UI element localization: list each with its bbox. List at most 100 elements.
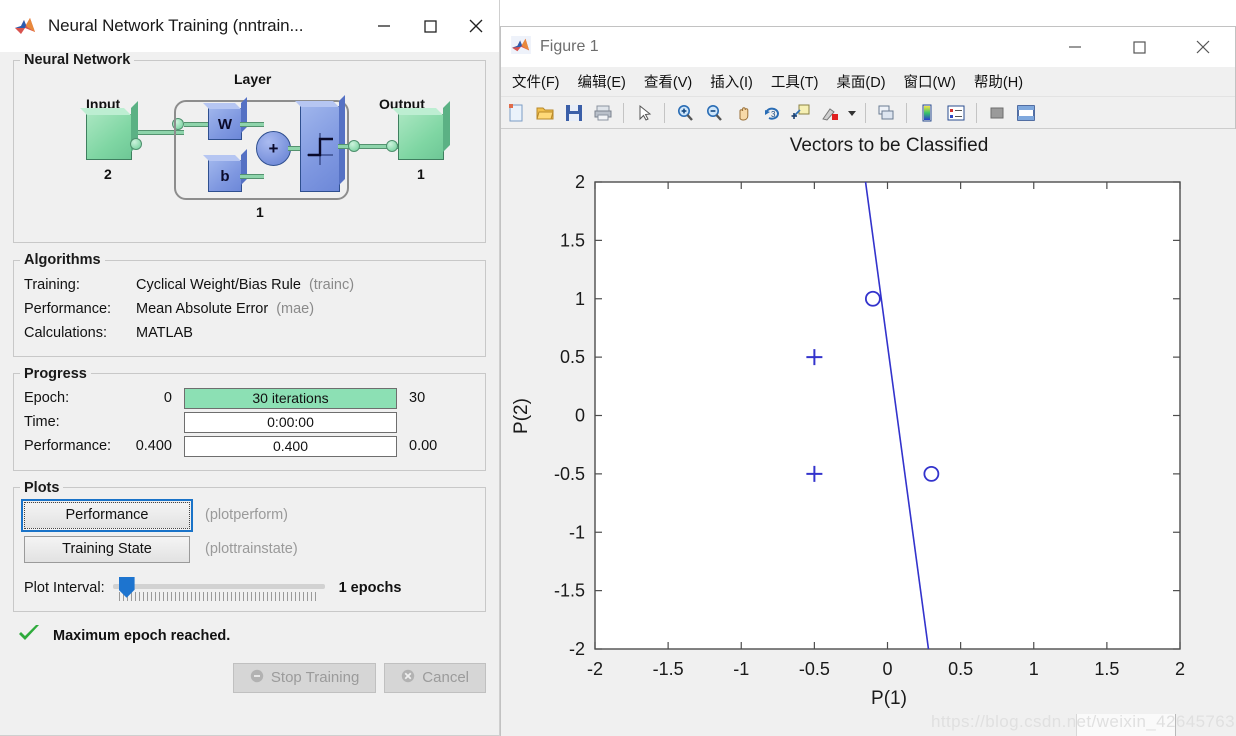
algorithm-function: (trainc) xyxy=(308,277,355,293)
maximize-icon[interactable] xyxy=(1107,27,1171,67)
colorbar-icon[interactable] xyxy=(914,100,940,126)
algorithm-value: MATLAB xyxy=(136,324,193,341)
figure-window-title: Figure 1 xyxy=(540,38,599,55)
stop-icon xyxy=(250,669,264,687)
close-icon[interactable] xyxy=(1171,27,1235,67)
cancel-label: Cancel xyxy=(422,669,469,687)
progress-row-epoch: Epoch: 0 30 iterations 30 xyxy=(24,387,475,409)
toolbar-separator xyxy=(664,102,665,123)
svg-text:-1.5: -1.5 xyxy=(554,581,585,601)
algorithm-value: Cyclical Weight/Bias Rule xyxy=(136,277,301,293)
link-plot-icon[interactable] xyxy=(873,100,899,126)
print-icon[interactable] xyxy=(590,100,616,126)
bias-to-sum-wire xyxy=(240,174,264,179)
menu-desktop[interactable]: 桌面(D) xyxy=(827,71,894,92)
figure-window: Figure 1 文件(F) 编辑(E) 查看(V) 插入(I) 工具(T) 桌… xyxy=(500,26,1236,736)
progress-start-value: 0 xyxy=(163,390,172,407)
sum-node: + xyxy=(256,131,291,166)
algorithm-row: Calculations: MATLAB xyxy=(24,322,475,346)
toolbar-separator xyxy=(623,102,624,123)
progress-start-value: 0.400 xyxy=(135,438,172,455)
nn-titlebar[interactable]: Neural Network Training (nntrain... xyxy=(0,0,499,52)
rotate-3d-icon[interactable]: 3 xyxy=(759,100,785,126)
cancel-icon xyxy=(401,669,415,687)
zoom-out-icon[interactable] xyxy=(701,100,727,126)
hide-plot-tools-icon[interactable] xyxy=(984,100,1010,126)
svg-text:1: 1 xyxy=(575,289,585,309)
show-plot-tools-icon[interactable] xyxy=(1013,100,1039,126)
nn-training-window: Neural Network Training (nntrain... Neur… xyxy=(0,0,500,736)
legend-icon[interactable] xyxy=(943,100,969,126)
figure-titlebar[interactable]: Figure 1 xyxy=(501,27,1235,67)
menu-window[interactable]: 窗口(W) xyxy=(895,71,965,92)
layer-label: Layer xyxy=(234,71,272,87)
algorithms-group: Algorithms Training: Cyclical Weight/Bia… xyxy=(13,252,486,357)
stop-training-label: Stop Training xyxy=(270,669,360,687)
menu-insert[interactable]: 插入(I) xyxy=(701,71,762,92)
new-figure-icon[interactable] xyxy=(503,100,529,126)
plots-legend: Plots xyxy=(24,479,60,496)
pointer-icon[interactable] xyxy=(631,100,657,126)
progress-row-time: Time: 0:00:00 xyxy=(24,411,475,433)
menu-file[interactable]: 文件(F) xyxy=(503,71,569,92)
maximize-icon[interactable] xyxy=(407,0,453,52)
open-file-icon[interactable] xyxy=(532,100,558,126)
menu-tools[interactable]: 工具(T) xyxy=(762,71,828,92)
svg-text:1.5: 1.5 xyxy=(1094,659,1119,679)
algorithm-key: Training: xyxy=(24,277,80,293)
training-state-plot-function: (plottrainstate) xyxy=(205,541,298,558)
slider-track[interactable] xyxy=(112,583,325,589)
svg-text:0.5: 0.5 xyxy=(560,347,585,367)
neural-network-legend: Neural Network xyxy=(24,52,131,68)
minimize-icon[interactable] xyxy=(1043,27,1107,67)
progress-max-value: 30 xyxy=(409,390,426,407)
progress-bar-text: 0.400 xyxy=(272,438,309,455)
neural-network-group: Neural Network Input Layer Output 2 W b xyxy=(13,52,486,243)
status-message: Maximum epoch reached. xyxy=(53,628,231,645)
algorithm-key: Performance: xyxy=(24,300,112,317)
svg-text:-0.5: -0.5 xyxy=(799,659,830,679)
input-size: 2 xyxy=(104,166,112,182)
x-axis-label: P(1) xyxy=(871,688,907,709)
weight-block: W xyxy=(208,108,242,140)
input-block xyxy=(86,114,132,160)
algorithm-row: Performance: Mean Absolute Error (mae) xyxy=(24,298,475,322)
layer-size: 1 xyxy=(256,204,264,220)
cancel-button[interactable]: Cancel xyxy=(384,662,486,693)
menu-help[interactable]: 帮助(H) xyxy=(965,71,1032,92)
layer-output-node xyxy=(348,140,360,152)
bias-block: b xyxy=(208,160,242,192)
save-icon[interactable] xyxy=(561,100,587,126)
zoom-in-icon[interactable] xyxy=(672,100,698,126)
input-node xyxy=(130,138,142,150)
svg-text:2: 2 xyxy=(575,172,585,192)
performance-plot-button[interactable]: Performance xyxy=(21,498,193,532)
progress-bar-text: 0:00:00 xyxy=(267,414,314,431)
svg-text:-2: -2 xyxy=(587,659,603,679)
nn-dialog-body: Neural Network Input Layer Output 2 W b xyxy=(0,52,499,693)
plot-interval-slider[interactable] xyxy=(112,575,325,601)
toolbar-separator xyxy=(976,102,977,123)
stop-training-button[interactable]: Stop Training xyxy=(232,662,377,693)
pan-icon[interactable] xyxy=(730,100,756,126)
figure-menubar: 文件(F) 编辑(E) 查看(V) 插入(I) 工具(T) 桌面(D) 窗口(W… xyxy=(501,67,1235,97)
toolbar-separator xyxy=(906,102,907,123)
progress-key: Epoch: xyxy=(24,390,70,407)
close-icon[interactable] xyxy=(453,0,499,52)
svg-text:-0.5: -0.5 xyxy=(554,464,585,484)
y-axis-label: P(2) xyxy=(511,398,532,434)
classification-scatter-plot[interactable]: Vectors to be Classified -2 -1.5 -1 -0.5 0 0.… xyxy=(501,129,1236,736)
brush-icon[interactable] xyxy=(817,100,843,126)
minimize-icon[interactable] xyxy=(361,0,407,52)
menu-edit[interactable]: 编辑(E) xyxy=(569,71,635,92)
training-state-plot-button[interactable]: Training State xyxy=(24,535,190,563)
brush-dropdown-icon[interactable] xyxy=(846,100,858,126)
svg-text:1: 1 xyxy=(1029,659,1039,679)
algorithm-function: (mae) xyxy=(276,300,315,317)
progress-legend: Progress xyxy=(24,365,87,382)
menu-view[interactable]: 查看(V) xyxy=(635,71,701,92)
svg-text:0: 0 xyxy=(882,659,892,679)
data-cursor-icon[interactable] xyxy=(788,100,814,126)
nn-window-title: Neural Network Training (nntrain... xyxy=(48,15,304,35)
weight-to-sum-wire xyxy=(240,122,264,127)
